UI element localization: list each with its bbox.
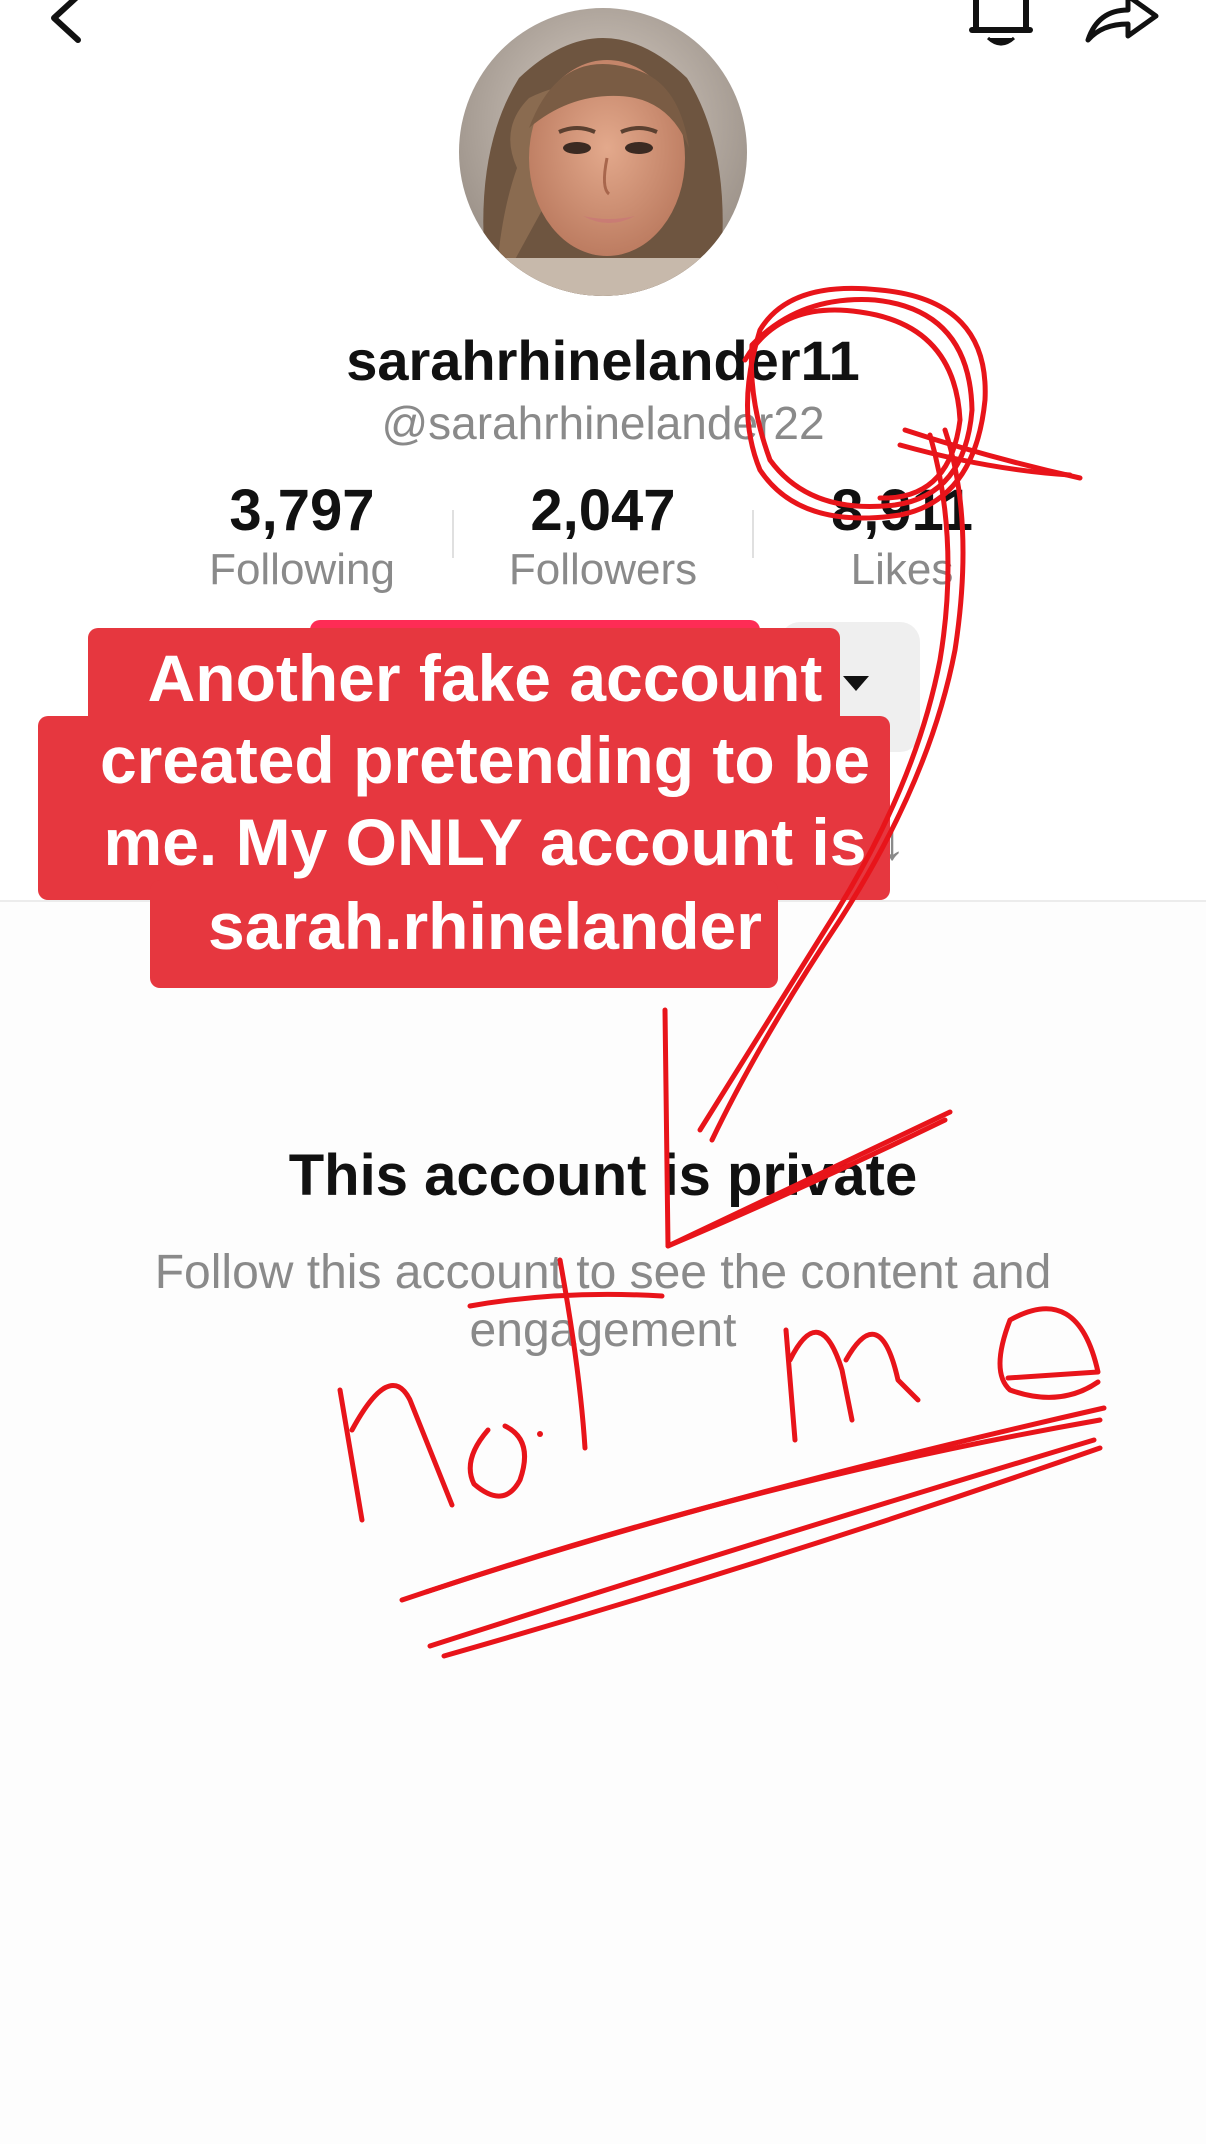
username-handle: @sarahrhinelander22 [381, 397, 825, 449]
stat-following[interactable]: 3,797 Following [172, 478, 432, 596]
display-name: sarahrhinelander11 [346, 329, 860, 392]
stat-divider [452, 510, 454, 558]
stat-likes[interactable]: 8,911 Likes [772, 478, 1032, 596]
bell-icon[interactable] [966, 0, 1036, 50]
back-chevron-icon[interactable] [40, 0, 90, 44]
private-account-subtitle: Follow this account to see the content a… [154, 1246, 1052, 1357]
content-background [0, 900, 1206, 2144]
share-arrow-icon[interactable] [1084, 0, 1160, 50]
caption-line: created pretending to be [99, 723, 871, 797]
stat-likes-count: 8,911 [831, 478, 973, 543]
avatar[interactable] [459, 8, 747, 296]
stat-followers[interactable]: 2,047 Followers [473, 478, 733, 596]
stat-divider [752, 510, 754, 558]
private-account-title: This account is private [288, 1143, 918, 1208]
stat-likes-label: Likes [850, 545, 954, 594]
caption-line: sarah.rhinelander [208, 889, 762, 963]
avatar-photo [459, 8, 747, 296]
stat-following-count: 3,797 [229, 478, 375, 543]
caption-line: me. My ONLY account is [103, 805, 867, 879]
stat-following-label: Following [209, 545, 395, 594]
stat-followers-label: Followers [508, 545, 698, 594]
stat-followers-count: 2,047 [530, 478, 676, 543]
caption-line: Another fake account [147, 641, 823, 715]
